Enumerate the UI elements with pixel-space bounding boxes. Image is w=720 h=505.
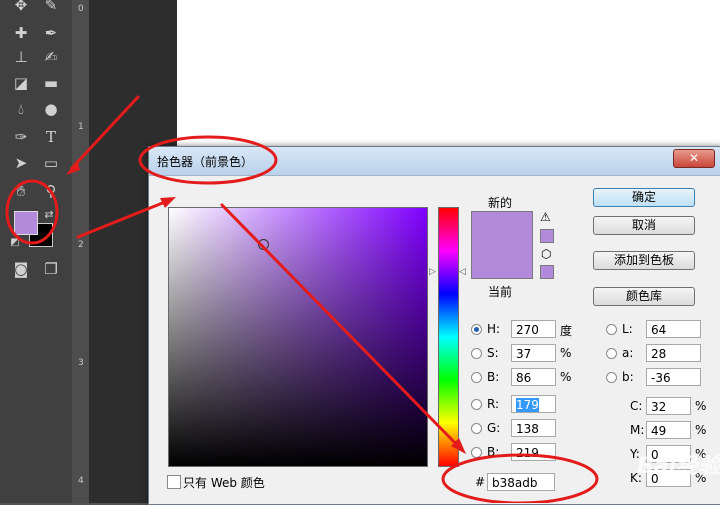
hue-slider[interactable] <box>438 207 459 467</box>
green-radio[interactable] <box>471 423 482 434</box>
lightness-input[interactable]: 64 <box>646 320 701 338</box>
ruler-mark: 2 <box>78 240 84 250</box>
baidu-watermark: Bai经验 <box>637 448 720 480</box>
dialog-titlebar[interactable]: 拾色器（前景色） ✕ <box>149 147 720 176</box>
color-picker-dialog: 拾色器（前景色） ✕ ▷ ◁ 新的 当前 ⚠ ⬡ 确定 取消 添加到色板 颜色库… <box>148 146 720 505</box>
saturation-input[interactable]: 37 <box>511 344 556 362</box>
screen-mode-icon[interactable]: ❐ <box>40 258 62 280</box>
blue-radio[interactable] <box>471 447 482 458</box>
ruler-mark: 0 <box>78 4 84 14</box>
cyan-input[interactable]: 32 <box>646 397 691 415</box>
magenta-unit: % <box>695 423 707 437</box>
hue-input[interactable]: 270 <box>511 320 556 338</box>
out-of-gamut-warning-icon[interactable]: ⚠ <box>540 210 551 224</box>
web-safe-cube-icon[interactable]: ⬡ <box>541 247 551 261</box>
hue-radio[interactable] <box>471 324 482 335</box>
ruler-mark: 1 <box>78 122 84 132</box>
brightness-radio[interactable] <box>471 372 482 383</box>
lightness-radio[interactable] <box>606 324 617 335</box>
saturation-radio[interactable] <box>471 348 482 359</box>
magenta-label: M: <box>630 423 645 437</box>
brightness-input[interactable]: 86 <box>511 368 556 386</box>
ok-button[interactable]: 确定 <box>593 188 695 207</box>
green-label: G: <box>487 421 501 435</box>
new-color-swatch <box>471 211 533 279</box>
hue-label: H: <box>487 322 501 336</box>
default-colors-icon[interactable]: ◩ <box>4 232 26 254</box>
tools-panel: ✥ ✎ ✚ ✒ ⊥ ✍ ◪ ▬ 💧︎ ● ✑ T ➤ ▭ ✋︎ ⚲ ⇄ ◩ ◙ … <box>0 0 73 503</box>
pen-tool-icon[interactable]: ✑ <box>10 126 32 148</box>
red-radio[interactable] <box>471 399 482 410</box>
blue-label: B: <box>487 445 500 459</box>
vertical-ruler: 0 1 2 3 4 <box>72 0 90 503</box>
a-channel-radio[interactable] <box>606 348 617 359</box>
web-colors-only-label: 只有 Web 颜色 <box>183 476 265 490</box>
eraser-tool-icon[interactable]: ◪ <box>10 72 32 94</box>
pencil-tool-icon[interactable]: ✎ <box>40 0 62 16</box>
move-tool-icon[interactable]: ✥ <box>10 0 32 16</box>
hue-slider-left-arrow-icon[interactable]: ▷ <box>429 267 436 277</box>
current-color-label: 当前 <box>488 285 513 299</box>
color-libraries-button[interactable]: 颜色库 <box>593 287 695 306</box>
red-input[interactable]: 179 <box>511 395 556 413</box>
a-channel-label: a: <box>622 346 634 360</box>
gamut-color-swatch[interactable] <box>540 229 554 243</box>
saturation-label: S: <box>487 346 499 360</box>
magenta-input[interactable]: 49 <box>646 421 691 439</box>
a-channel-input[interactable]: 28 <box>646 344 701 362</box>
web-colors-only-checkbox[interactable] <box>167 475 181 489</box>
history-brush-tool-icon[interactable]: ✍ <box>40 46 62 68</box>
web-safe-color-swatch[interactable] <box>540 265 554 279</box>
path-selection-tool-icon[interactable]: ➤ <box>10 152 32 174</box>
watermark-text: Bai经验 <box>636 454 720 479</box>
b-channel-label: b: <box>622 370 634 384</box>
blur-tool-icon[interactable]: 💧︎ <box>10 98 32 120</box>
cyan-unit: % <box>695 399 707 413</box>
blue-input[interactable]: 219 <box>511 443 556 461</box>
cyan-label: C: <box>630 399 643 413</box>
red-input-value: 179 <box>516 398 539 412</box>
clone-stamp-tool-icon[interactable]: ⊥ <box>10 46 32 68</box>
brightness-unit: % <box>560 370 572 384</box>
ruler-mark: 3 <box>78 358 84 368</box>
color-field[interactable] <box>168 207 428 467</box>
hex-label: # <box>475 475 486 489</box>
close-button[interactable]: ✕ <box>673 149 715 168</box>
green-input[interactable]: 138 <box>511 419 556 437</box>
zoom-tool-icon[interactable]: ⚲ <box>40 180 62 202</box>
add-to-swatches-button[interactable]: 添加到色板 <box>593 251 695 270</box>
quick-mask-icon[interactable]: ◙ <box>10 258 32 280</box>
swap-colors-icon[interactable]: ⇄ <box>38 204 60 226</box>
hue-slider-right-arrow-icon[interactable]: ◁ <box>459 267 466 277</box>
red-label: R: <box>487 397 500 411</box>
dodge-tool-icon[interactable]: ● <box>40 98 62 120</box>
new-color-label: 新的 <box>488 196 513 210</box>
b-channel-radio[interactable] <box>606 372 617 383</box>
gradient-tool-icon[interactable]: ▬ <box>40 72 62 94</box>
color-field-cursor[interactable] <box>258 239 269 250</box>
type-tool-icon[interactable]: T <box>40 126 62 148</box>
brightness-label: B: <box>487 370 500 384</box>
brush-tool-icon[interactable]: ✒ <box>40 22 62 44</box>
saturation-unit: % <box>560 346 572 360</box>
hue-unit: 度 <box>560 324 573 338</box>
rectangle-tool-icon[interactable]: ▭ <box>40 152 62 174</box>
hex-input[interactable]: b38adb <box>487 473 555 491</box>
healing-brush-tool-icon[interactable]: ✚ <box>10 22 32 44</box>
dialog-title: 拾色器（前景色） <box>157 155 254 169</box>
ruler-mark: 4 <box>78 476 84 486</box>
b-channel-input[interactable]: -36 <box>646 368 701 386</box>
cancel-button[interactable]: 取消 <box>593 216 695 235</box>
hand-tool-icon[interactable]: ✋︎ <box>10 180 32 202</box>
lightness-label: L: <box>622 322 633 336</box>
canvas-document <box>177 0 720 150</box>
